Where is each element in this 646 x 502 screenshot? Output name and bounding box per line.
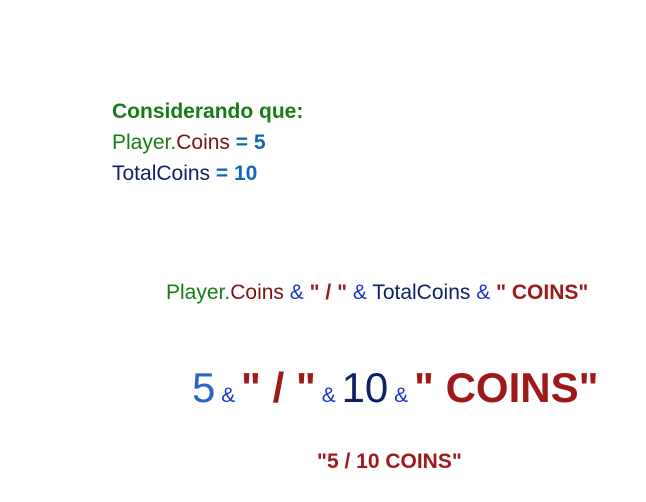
substituted-expression: 5 & " / " & 10 & " COINS" [192,360,599,424]
quote-open: " [496,281,512,304]
ampersand: & [315,384,342,407]
quote-close: " [578,281,589,304]
ampersand: & [347,281,373,304]
player-coins-value: 5 [253,131,266,154]
ampersand: & [470,281,497,304]
total-coins-value: 10 [234,162,258,185]
slash-literal: " / " [309,281,348,304]
ampersand: & [283,281,310,304]
value-ten: 10 [341,364,389,411]
coins-word: Coins [230,281,284,304]
expression-line: Player.Coins & " / " & TotalCoins & " CO… [166,279,588,307]
total-coins-line: TotalCoins = 10 [112,158,303,189]
equals-sign: = [210,162,234,185]
coins-word: Coins [176,131,230,154]
player-word: Player [166,281,225,304]
player-coins-line: Player.Coins = 5 [112,127,303,158]
result-string: "5 / 10 COINS" [317,450,462,473]
totalcoins-word: TotalCoins [372,281,471,304]
totalcoins-word: TotalCoins [112,162,211,185]
given-block: Considerando que: Player.Coins = 5 Total… [112,96,303,189]
equals-sign: = [229,131,254,154]
coins-literal: COINS [511,281,579,304]
given-heading: Considerando que: [112,100,304,123]
coins-literal: " COINS" [413,364,599,411]
slash-literal: " / " [241,364,316,411]
ampersand: & [388,384,414,407]
value-five: 5 [192,364,216,411]
player-word: Player [112,131,171,154]
ampersand: & [215,384,242,407]
